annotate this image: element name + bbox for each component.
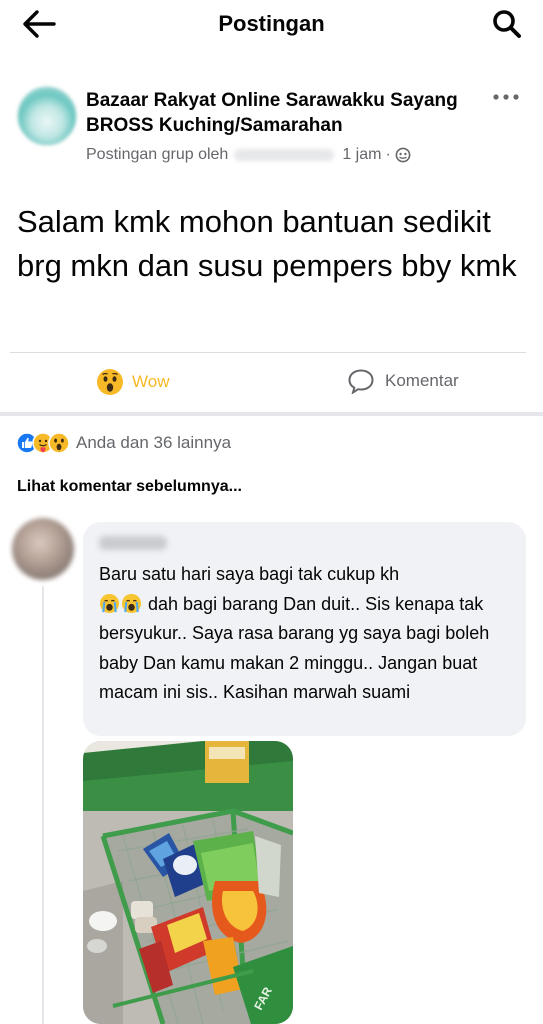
see-previous-comments-link[interactable]: Lihat komentar sebelumnya...	[17, 478, 242, 496]
section-divider	[0, 412, 543, 416]
comment-text: Baru satu hari saya bagi tak cukup kh da…	[99, 560, 519, 708]
post-meta: Postingan grup oleh 1 jam ·	[86, 146, 411, 164]
reaction-icons	[16, 432, 70, 454]
author-name-blurred[interactable]	[234, 149, 335, 161]
group-privacy-icon	[395, 147, 411, 163]
wow-emoji-icon	[97, 369, 123, 395]
commenter-avatar[interactable]	[12, 518, 74, 580]
commenter-name-blurred[interactable]	[99, 536, 167, 550]
group-name[interactable]: Bazaar Rakyat Online Sarawakku Sayang BR…	[86, 88, 466, 138]
comment-photo-shopping-cart[interactable]: FAR	[83, 741, 293, 1024]
comment-thread-line	[42, 586, 44, 1024]
group-avatar[interactable]	[17, 86, 77, 146]
wow-icon	[48, 432, 70, 454]
comment-button[interactable]: Komentar	[347, 368, 459, 394]
comment-bubble: Baru satu hari saya bagi tak cukup kh da…	[83, 522, 526, 736]
crying-emoji-icon	[121, 593, 142, 613]
more-options-icon[interactable]	[491, 90, 521, 104]
comment-text-part-1: Baru satu hari saya bagi tak cukup kh	[99, 564, 400, 584]
posted-by-label: Postingan grup oleh	[86, 146, 229, 163]
divider	[10, 352, 526, 353]
wow-reaction-button[interactable]: Wow	[96, 368, 169, 396]
wow-label: Wow	[132, 372, 170, 391]
post-text: Salam kmk mohon bantuan sedikit brg mkn …	[17, 204, 517, 283]
post-actions: Wow Komentar	[0, 360, 543, 408]
post-header: Bazaar Rakyat Online Sarawakku Sayang BR…	[0, 80, 543, 180]
comment-label: Komentar	[385, 371, 459, 390]
reactions-summary[interactable]: Anda dan 36 lainnya	[16, 432, 231, 454]
post-time[interactable]: 1 jam	[342, 146, 381, 164]
comment-icon	[348, 369, 374, 394]
page-title: Postingan	[218, 11, 325, 36]
comment-text-part-2: dah bagi barang Dan duit.. Sis kenapa ta…	[99, 593, 490, 703]
top-bar: Postingan	[0, 0, 543, 48]
back-arrow-icon[interactable]	[22, 9, 56, 39]
shopping-cart-photo: FAR	[83, 741, 293, 1024]
reactions-count-label: Anda dan 36 lainnya	[76, 433, 232, 452]
meta-separator: ·	[385, 146, 391, 163]
search-icon[interactable]	[491, 8, 523, 40]
crying-emoji-icon	[99, 593, 120, 613]
